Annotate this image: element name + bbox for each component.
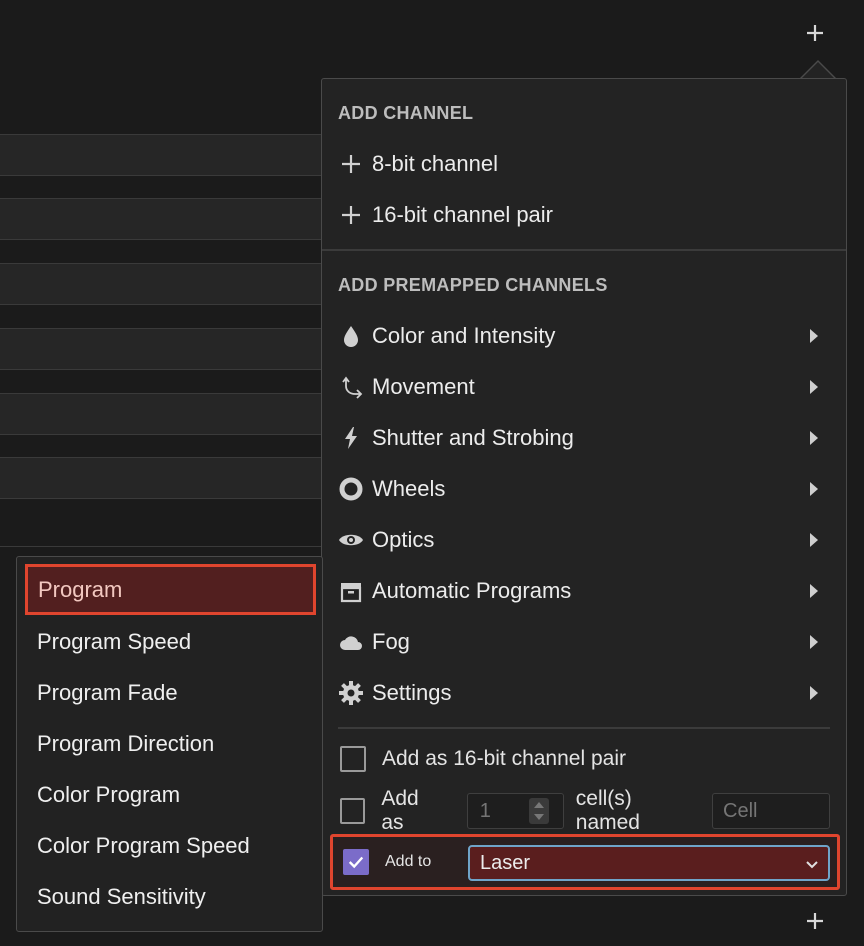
eye-icon — [339, 534, 363, 546]
chevron-right-icon — [810, 380, 818, 394]
lightning-icon — [345, 427, 357, 449]
chevron-right-icon — [810, 686, 818, 700]
submenu-item-color-program-speed[interactable]: Color Program Speed — [25, 820, 316, 871]
gear-icon — [339, 681, 363, 705]
cell-count-stepper[interactable] — [466, 793, 564, 829]
menu-item-wheels[interactable]: Wheels — [338, 466, 830, 512]
submenu-item-program-speed[interactable]: Program Speed — [25, 616, 316, 667]
menu-item-label: Fog — [372, 629, 410, 654]
add-to-checkbox[interactable] — [343, 849, 369, 875]
submenu-item-program[interactable]: Program — [25, 564, 316, 615]
stepper-arrows-icon[interactable] — [528, 798, 549, 824]
submenu-item-sound-sensitivity[interactable]: Sound Sensitivity — [25, 871, 316, 922]
plus-icon — [807, 25, 823, 41]
menu-item-shutter-strobing[interactable]: Shutter and Strobing — [338, 415, 830, 461]
add-to-highlight: Add to Laser — [330, 834, 840, 890]
plus-icon — [342, 155, 360, 173]
plus-icon — [807, 913, 823, 929]
premapped-heading: ADD PREMAPPED CHANNELS — [338, 275, 608, 295]
background-row — [0, 134, 322, 176]
cell-name-input[interactable] — [712, 793, 830, 829]
background-row — [0, 198, 322, 240]
background-row — [0, 457, 322, 499]
movement-arrows-icon — [342, 376, 363, 399]
section-divider — [322, 249, 846, 251]
checkmark-icon — [348, 856, 364, 869]
menu-item-label: Wheels — [372, 476, 446, 501]
ring-icon — [339, 477, 363, 501]
menu-item-movement[interactable]: Movement — [338, 364, 830, 410]
chevron-right-icon — [810, 482, 818, 496]
cells-suffix-label: cell(s) named — [575, 787, 640, 834]
chevron-down-icon — [806, 861, 818, 869]
archive-box-icon — [340, 583, 362, 603]
add-channel-button-bottom[interactable] — [799, 905, 831, 937]
menu-item-label: Color and Intensity — [372, 323, 556, 348]
cells-checkbox[interactable] — [340, 798, 366, 824]
cells-prefix-label: Add as — [381, 787, 419, 834]
automatic-programs-submenu: Program Program Speed Program Fade Progr… — [16, 556, 323, 932]
chevron-right-icon — [810, 329, 818, 343]
menu-item-settings[interactable]: Settings — [338, 670, 830, 716]
menu-item-16bit-channel-pair[interactable]: 16-bit channel pair — [338, 192, 830, 238]
menu-item-label: Movement — [372, 374, 475, 399]
chevron-right-icon — [810, 533, 818, 547]
menu-item-optics[interactable]: Optics — [338, 517, 830, 563]
popover-caret-fill — [801, 62, 835, 79]
droplet-icon — [344, 326, 358, 347]
menu-item-color-intensity[interactable]: Color and Intensity — [338, 313, 830, 359]
background-row — [0, 328, 322, 370]
chevron-right-icon — [810, 584, 818, 598]
submenu-item-program-direction[interactable]: Program Direction — [25, 718, 316, 769]
chevron-right-icon — [810, 431, 818, 445]
menu-item-label: Shutter and Strobing — [372, 425, 574, 450]
background-divider — [0, 546, 322, 547]
add-to-label: Add to — [385, 853, 432, 870]
menu-item-label: Settings — [372, 680, 452, 705]
menu-item-label: Automatic Programs — [372, 578, 572, 603]
menu-item-label: Optics — [372, 527, 435, 552]
menu-item-fog[interactable]: Fog — [338, 619, 830, 665]
option-16bit-pair-row: Add as 16-bit channel pair — [338, 737, 830, 781]
background-row — [0, 393, 322, 435]
options-divider — [338, 727, 830, 729]
add-channel-button[interactable] — [799, 17, 831, 49]
add-to-row: Add to — [341, 843, 431, 881]
chevron-right-icon — [810, 635, 818, 649]
add-to-select[interactable]: Laser — [468, 845, 830, 881]
menu-item-automatic-programs[interactable]: Automatic Programs — [338, 568, 830, 614]
cloud-icon — [340, 636, 362, 650]
background-row — [0, 263, 322, 305]
submenu-item-color-program[interactable]: Color Program — [25, 769, 316, 820]
menu-item-8bit-channel[interactable]: 8-bit channel — [338, 141, 830, 187]
option-cells-row: Add as cell(s) named — [338, 787, 830, 834]
pair-checkbox-label: Add as 16-bit channel pair — [382, 747, 626, 770]
submenu-item-program-fade[interactable]: Program Fade — [25, 667, 316, 718]
menu-item-label: 8-bit channel — [372, 151, 498, 176]
menu-item-label: 16-bit channel pair — [372, 202, 554, 227]
plus-icon — [342, 206, 360, 224]
add-channel-popover: ADD CHANNEL 8-bit channel 16-bit channel… — [321, 78, 847, 896]
pair-checkbox[interactable] — [340, 746, 366, 772]
add-to-select-value: Laser — [480, 851, 531, 874]
add-channel-heading: ADD CHANNEL — [338, 103, 474, 123]
